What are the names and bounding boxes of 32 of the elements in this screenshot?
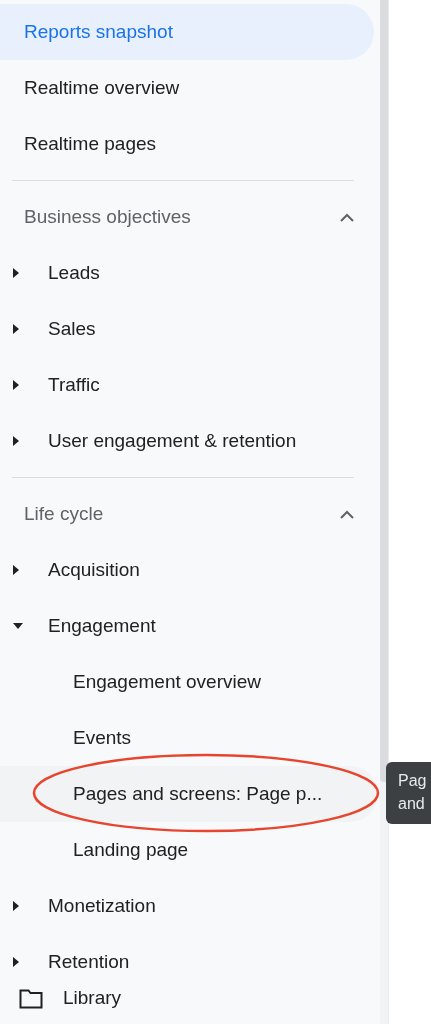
- nav-subitem[interactable]: Engagement overview: [0, 654, 378, 710]
- folder-icon[interactable]: [19, 988, 43, 1009]
- caret-right-icon[interactable]: [13, 565, 19, 575]
- caret-right-icon[interactable]: [13, 957, 19, 967]
- nav-group-item[interactable]: Traffic: [48, 370, 100, 400]
- chevron-up-icon[interactable]: [340, 509, 354, 519]
- caret-right-icon[interactable]: [13, 380, 19, 390]
- nav-item[interactable]: Reports snapshot: [0, 4, 374, 60]
- nav-group-item[interactable]: Monetization: [48, 891, 156, 921]
- nav-item[interactable]: Realtime pages: [0, 116, 374, 172]
- nav-group-item[interactable]: Engagement: [48, 611, 156, 641]
- caret-right-icon[interactable]: [13, 268, 19, 278]
- caret-right-icon[interactable]: [13, 436, 19, 446]
- caret-right-icon[interactable]: [13, 324, 19, 334]
- tooltip-text: Pag: [398, 771, 428, 791]
- nav-group-item[interactable]: Leads: [48, 258, 100, 288]
- caret-down-icon[interactable]: [13, 623, 23, 629]
- nav-item[interactable]: Realtime overview: [0, 60, 374, 116]
- scrollbar-thumb[interactable]: [380, 0, 388, 782]
- chevron-up-icon[interactable]: [340, 212, 354, 222]
- nav-subitem[interactable]: Events: [0, 710, 378, 766]
- section-header[interactable]: Life cycle: [24, 499, 104, 529]
- nav-group-item[interactable]: User engagement & retention: [48, 426, 297, 456]
- section-header[interactable]: Business objectives: [24, 202, 191, 232]
- nav-group-item[interactable]: Acquisition: [48, 555, 140, 585]
- caret-right-icon[interactable]: [13, 901, 19, 911]
- tooltip-text: and: [398, 794, 426, 814]
- nav-subitem[interactable]: Landing page: [0, 822, 378, 878]
- nav-group-item[interactable]: Retention: [48, 947, 130, 977]
- nav-group-item[interactable]: Sales: [48, 314, 96, 344]
- library-link[interactable]: Library: [63, 984, 122, 1013]
- nav-subitem[interactable]: Pages and screens: Page p...: [0, 766, 378, 822]
